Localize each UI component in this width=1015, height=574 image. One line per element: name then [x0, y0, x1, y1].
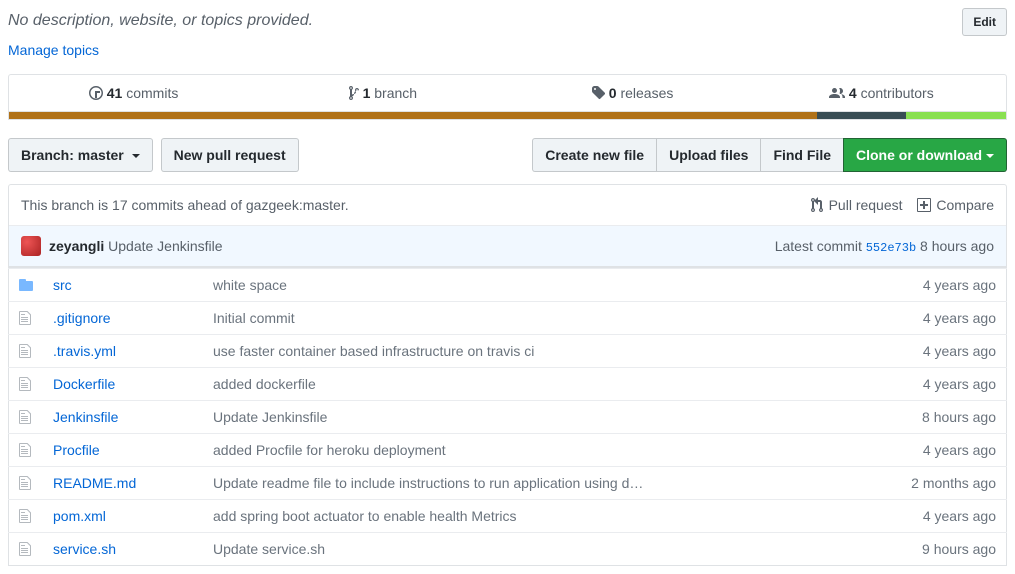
file-name-link[interactable]: src [53, 277, 72, 293]
commit-message-link[interactable]: Update service.sh [213, 541, 325, 557]
commits-count: 41 [107, 85, 123, 101]
lang-shell [906, 112, 1006, 119]
commit-message-link[interactable]: added dockerfile [213, 376, 316, 392]
manage-topics-link[interactable]: Manage topics [8, 42, 99, 58]
lang-java [9, 112, 817, 119]
branches-count: 1 [363, 85, 371, 101]
branches-link[interactable]: 1 branch [349, 85, 417, 101]
commit-message-link[interactable]: added Procfile for heroku deployment [213, 442, 446, 458]
edit-button[interactable]: Edit [962, 8, 1007, 36]
commits-link[interactable]: 41 commits [89, 85, 178, 101]
create-new-file-button[interactable]: Create new file [532, 138, 657, 172]
file-age: 4 years ago [923, 277, 996, 293]
file-age: 4 years ago [923, 508, 996, 524]
table-row: README.md Update readme file to include i… [9, 467, 1007, 500]
file-age: 4 years ago [923, 442, 996, 458]
repo-summary: 41 commits 1 branch 0 releases 4 contrib… [8, 74, 1007, 112]
file-name-link[interactable]: Jenkinsfile [53, 409, 118, 425]
branch-icon [349, 85, 359, 101]
table-row: pom.xml add spring boot actuator to enabl… [9, 500, 1007, 533]
file-name-link[interactable]: service.sh [53, 541, 116, 557]
commit-message-link[interactable]: add spring boot actuator to enable healt… [213, 508, 517, 524]
pull-request-link[interactable]: Pull request [811, 197, 903, 213]
file-age: 4 years ago [923, 343, 996, 359]
file-age: 9 hours ago [922, 541, 996, 557]
contributors-link[interactable]: 4 contributors [829, 85, 934, 101]
table-row: service.sh Update service.sh 9 hours ago [9, 533, 1007, 566]
file-icon [19, 475, 31, 491]
file-icon [19, 376, 31, 392]
commit-message-link[interactable]: white space [213, 277, 287, 293]
commit-message-link[interactable]: Initial commit [213, 310, 295, 326]
find-file-button[interactable]: Find File [760, 138, 844, 172]
tag-icon [591, 85, 605, 101]
file-name-link[interactable]: README.md [53, 475, 136, 491]
people-icon [829, 85, 845, 101]
avatar[interactable] [21, 236, 41, 256]
file-name-link[interactable]: pom.xml [53, 508, 106, 524]
table-row: Jenkinsfile Update Jenkinsfile 8 hours ago [9, 401, 1007, 434]
file-age: 4 years ago [923, 310, 996, 326]
table-row: .travis.yml use faster container based in… [9, 335, 1007, 368]
file-name-link[interactable]: .gitignore [53, 310, 111, 326]
table-row: src white space 4 years ago [9, 269, 1007, 302]
latest-commit-message[interactable]: Update Jenkinsfile [108, 238, 222, 254]
history-icon [89, 85, 103, 101]
releases-label: releases [620, 85, 673, 101]
file-name-link[interactable]: Procfile [53, 442, 100, 458]
commit-author-link[interactable]: zeyangli [49, 238, 104, 254]
branch-prefix: Branch: [21, 147, 78, 163]
contributors-count: 4 [849, 85, 857, 101]
releases-link[interactable]: 0 releases [591, 85, 674, 101]
table-row: Dockerfile added dockerfile 4 years ago [9, 368, 1007, 401]
file-icon [19, 508, 31, 524]
git-pull-request-icon [811, 197, 823, 213]
table-row: Procfile added Procfile for heroku deploy… [9, 434, 1007, 467]
latest-commit-sha[interactable]: 552e73b [866, 241, 916, 255]
branch-select-button[interactable]: Branch: master [8, 138, 153, 172]
commits-label: commits [126, 85, 178, 101]
file-icon [19, 343, 31, 359]
latest-commit-meta: Latest commit 552e73b 8 hours ago [775, 238, 994, 255]
clone-download-button[interactable]: Clone or download [843, 138, 1007, 172]
file-list: src white space 4 years ago .gitignore Initi… [8, 268, 1007, 566]
file-icon [19, 541, 31, 557]
language-bar[interactable] [8, 112, 1007, 120]
table-row: .gitignore Initial commit 4 years ago [9, 302, 1007, 335]
file-name-link[interactable]: Dockerfile [53, 376, 115, 392]
directory-icon [19, 277, 33, 293]
commit-message-link[interactable]: use faster container based infrastructur… [213, 343, 534, 359]
commit-message-link[interactable]: Update Jenkinsfile [213, 409, 327, 425]
branches-label: branch [374, 85, 417, 101]
file-name-link[interactable]: .travis.yml [53, 343, 116, 359]
diff-icon [917, 197, 931, 213]
file-icon [19, 310, 31, 326]
new-pull-request-button[interactable]: New pull request [161, 138, 299, 172]
upload-files-button[interactable]: Upload files [656, 138, 761, 172]
file-age: 8 hours ago [922, 409, 996, 425]
repo-description: No description, website, or topics provi… [8, 8, 313, 34]
file-age: 2 months ago [911, 475, 996, 491]
contributors-label: contributors [861, 85, 934, 101]
commit-message-link[interactable]: Update readme file to include instructio… [213, 475, 643, 491]
compare-link[interactable]: Compare [917, 197, 994, 213]
file-icon [19, 409, 31, 425]
file-icon [19, 442, 31, 458]
branch-compare-status: This branch is 17 commits ahead of gazge… [21, 197, 349, 213]
lang-dark [817, 112, 907, 119]
releases-count: 0 [609, 85, 617, 101]
branch-name: master [78, 147, 124, 163]
latest-commit-age: 8 hours ago [920, 238, 994, 254]
file-age: 4 years ago [923, 376, 996, 392]
